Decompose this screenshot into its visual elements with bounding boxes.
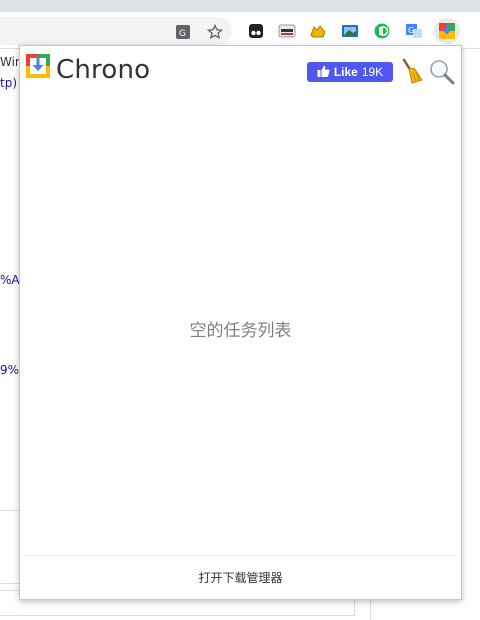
chrono-logo-icon bbox=[25, 53, 51, 79]
footer-divider bbox=[25, 555, 455, 556]
incognito-extension-icon[interactable] bbox=[277, 21, 297, 41]
bookmark-star-icon[interactable] bbox=[206, 23, 224, 41]
tampermonkey-icon[interactable] bbox=[246, 21, 266, 41]
background-divider bbox=[370, 598, 371, 620]
background-link: tp) bbox=[0, 76, 18, 90]
facebook-like-button[interactable]: Like 19K bbox=[307, 62, 393, 82]
browser-toolbar: G G bbox=[0, 12, 480, 49]
thumbs-up-icon bbox=[317, 65, 330, 80]
browser-tab-strip bbox=[0, 0, 480, 12]
app-title: Chrono bbox=[56, 55, 151, 85]
open-download-manager-link[interactable]: 打开下载管理器 bbox=[20, 569, 461, 586]
magnifier-icon[interactable] bbox=[429, 59, 455, 85]
chrono-popup: Chrono Like 19K 空的任务列表 打开下载管理器 bbox=[19, 45, 462, 600]
svg-text:G: G bbox=[179, 29, 186, 39]
chrono-extension-icon[interactable] bbox=[434, 18, 460, 44]
broom-icon[interactable] bbox=[400, 58, 424, 84]
like-count: 19K bbox=[361, 65, 384, 79]
green-extension-icon[interactable] bbox=[372, 21, 392, 41]
tomcat-extension-icon[interactable] bbox=[308, 21, 328, 41]
translate-icon[interactable]: G bbox=[174, 23, 192, 41]
empty-task-list-message: 空的任务列表 bbox=[189, 321, 292, 341]
translate-extension-icon[interactable]: G bbox=[404, 21, 424, 41]
like-label: Like bbox=[333, 65, 358, 79]
address-bar[interactable] bbox=[0, 17, 232, 45]
screenshot-extension-icon[interactable] bbox=[340, 21, 360, 41]
